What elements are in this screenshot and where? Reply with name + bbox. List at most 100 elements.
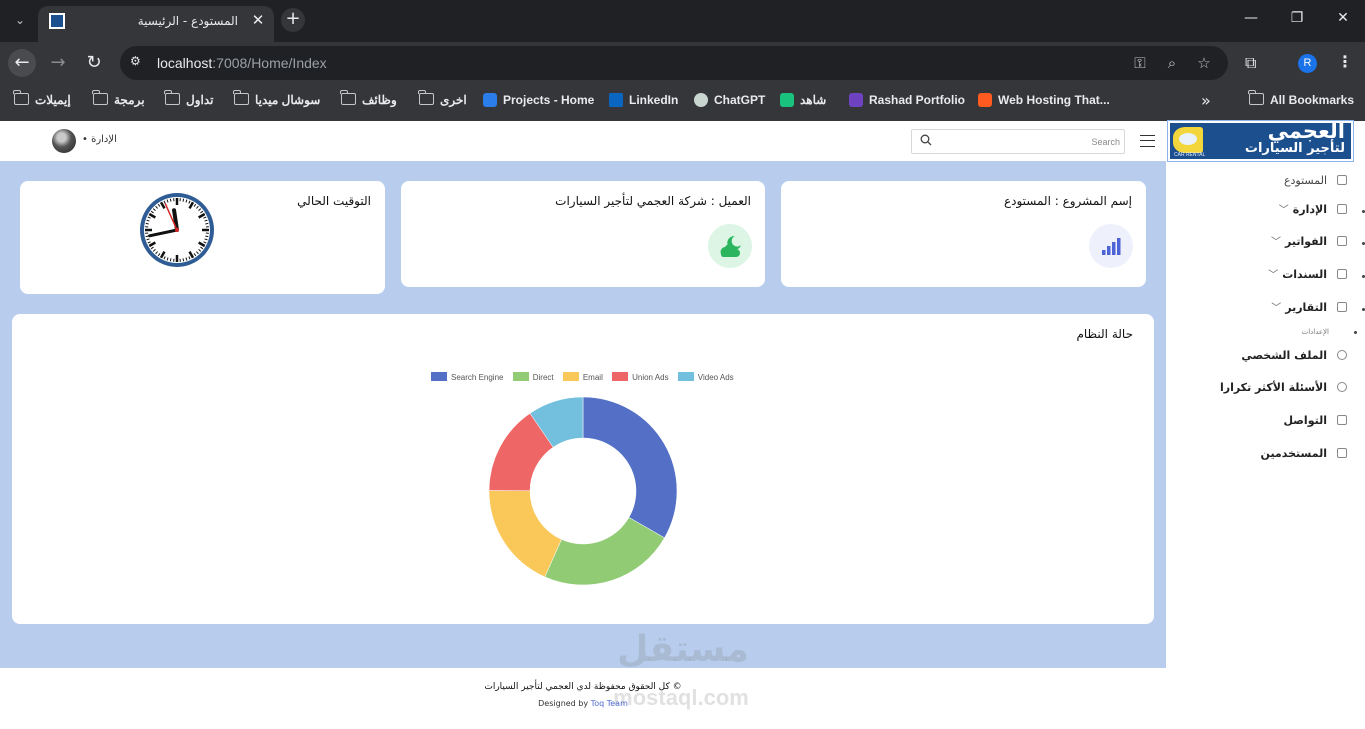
company-logo[interactable]: CAR RENTAL العجمي لتأجير السيارات (1167, 120, 1354, 162)
mostaql-watermark-url: mostaql.com (613, 685, 749, 710)
copyright-text: © كل الحقوق محفوظة لدي العجمي لتأجير الس… (484, 682, 682, 692)
bookmark-folder[interactable]: اخرى (418, 90, 467, 111)
logo-tagline: CAR RENTAL (1174, 152, 1206, 158)
donut-slice-direct[interactable] (544, 517, 665, 586)
logo-title: العجمي (1267, 121, 1345, 143)
tab-search-chevron-icon[interactable]: ⌄ (10, 10, 30, 30)
back-button[interactable]: ← (8, 49, 36, 77)
sidebar-toggle-icon[interactable] (1140, 135, 1155, 147)
user-icon (1337, 350, 1347, 360)
bookmark-linkedin[interactable]: LinkedIn (609, 93, 678, 111)
bookmark-folder[interactable]: تداول (164, 90, 214, 111)
main-content: الإدارة • إسم المشروع : المستودع (0, 121, 1166, 729)
browser-menu-icon[interactable]: ⋮ (1337, 52, 1353, 71)
donut-slice-email[interactable] (488, 490, 562, 578)
status-title: حالة النظام (1076, 327, 1133, 341)
admin-icon (1337, 204, 1347, 214)
sidebar-item-reports[interactable]: التقارير﹀ (1271, 299, 1347, 319)
close-window-icon[interactable]: ✕ (1333, 10, 1353, 26)
chevron-down-icon: ﹀ (1271, 303, 1282, 314)
more-bookmarks-icon[interactable]: » (1201, 91, 1211, 110)
donut-chart (488, 396, 678, 586)
restore-window-icon[interactable]: ❐ (1287, 10, 1307, 26)
hosting-icon (978, 93, 992, 107)
client-card: العميل : شركة العجمي لتأجير السيارات (401, 181, 765, 287)
sidebar: CAR RENTAL العجمي لتأجير السيارات المستو… (1166, 120, 1365, 729)
sidebar-item-vouchers[interactable]: السندات﹀ (1268, 266, 1347, 286)
legend-item[interactable]: Video Ads (677, 372, 734, 382)
sidebar-item-invoices[interactable]: الفواتير﹀ (1271, 233, 1347, 253)
sidebar-item-profile[interactable]: الملف الشخصي (1241, 349, 1347, 369)
bookmark-hosting[interactable]: Web Hosting That... (978, 93, 1110, 111)
designer-credit: Designed by Toq Team (538, 699, 628, 708)
folder-icon (13, 90, 29, 105)
legend-item[interactable]: Email (562, 372, 603, 382)
active-tab[interactable]: المستودع - الرئيسية ✕ (38, 6, 274, 42)
legend-swatch (512, 372, 529, 381)
forward-button[interactable]: → (46, 51, 70, 75)
footer: © كل الحقوق محفوظة لدي العجمي لتأجير الس… (0, 668, 1166, 729)
bookmarks-bar: إيميلات برمجة تداول سوشال ميديا وظائف اخ… (0, 84, 1365, 121)
tab-strip: ⌄ المستودع - الرئيسية ✕ + — ❐ ✕ (0, 0, 1365, 42)
users-list-icon (1337, 448, 1347, 458)
folder-icon (418, 90, 434, 105)
project-icon-circle (1089, 224, 1133, 268)
folder-icon (1248, 90, 1264, 105)
profile-avatar[interactable]: R (1298, 54, 1317, 73)
chatgpt-icon (694, 93, 708, 107)
all-bookmarks[interactable]: All Bookmarks (1248, 90, 1354, 111)
user-avatar[interactable] (52, 129, 76, 153)
reload-button[interactable]: ↻ (82, 51, 106, 75)
site-info-icon[interactable]: ⚙ (130, 54, 146, 70)
settings-section-heading: الإعدادات (1301, 328, 1329, 336)
donut-slice-search-engine[interactable] (582, 396, 678, 539)
bookmark-projects[interactable]: Projects - Home (483, 93, 594, 111)
time-card: التوقيت الحالي (20, 181, 385, 294)
sidebar-item-admin[interactable]: الإدارة﹀ (1279, 201, 1347, 221)
legend-item[interactable]: Union Ads (612, 372, 669, 382)
bookmark-shahid[interactable]: شاهد (780, 93, 826, 111)
site-favicon-icon (49, 13, 65, 29)
legend-swatch (677, 372, 694, 381)
legend-swatch (431, 372, 447, 381)
chevron-down-icon: ﹀ (1278, 205, 1289, 216)
signal-bars-icon (1102, 238, 1121, 255)
folder-icon (233, 90, 249, 105)
legend-item[interactable]: Direct (512, 372, 554, 382)
analog-clock-icon (140, 193, 214, 267)
minimize-window-icon[interactable]: — (1241, 10, 1261, 26)
sidebar-item-contact[interactable]: التواصل (1283, 414, 1347, 434)
search-input[interactable] (942, 132, 1120, 151)
password-key-icon[interactable]: ⚿ (1131, 54, 1149, 72)
grid-icon (1337, 175, 1347, 185)
sidebar-item-faq[interactable]: الأسئلة الأكثر تكرارا (1220, 381, 1347, 401)
bookmark-folder[interactable]: وظائف (340, 90, 397, 111)
url-text[interactable]: localhost:7008/Home/Index (157, 55, 327, 71)
address-bar[interactable]: ⚙ localhost:7008/Home/Index ⚿ ⌕ ☆ (120, 46, 1228, 80)
user-menu[interactable]: الإدارة • (82, 134, 117, 145)
bookmark-folder[interactable]: إيميلات (13, 90, 71, 111)
new-tab-button[interactable]: + (281, 8, 305, 32)
project-card: إسم المشروع : المستودع (781, 181, 1146, 287)
zoom-icon[interactable]: ⌕ (1163, 54, 1181, 72)
folder-icon (340, 90, 356, 105)
bullet (1354, 331, 1357, 334)
legend-swatch (612, 372, 629, 381)
shahid-icon (780, 93, 794, 107)
chart-legend: Search Engine Direct Email Union Ads Vid… (431, 372, 741, 384)
bookmark-chatgpt[interactable]: ChatGPT (694, 93, 765, 111)
app-root: الإدارة • إسم المشروع : المستودع (0, 120, 1365, 729)
cloud-moon-icon (720, 235, 741, 257)
folder-icon (92, 90, 108, 105)
logo-subtitle: لتأجير السيارات (1244, 141, 1345, 156)
bookmark-star-icon[interactable]: ☆ (1195, 54, 1213, 72)
search-icon[interactable] (920, 134, 932, 146)
tab-close-icon[interactable]: ✕ (250, 11, 266, 29)
sidebar-item-warehouse[interactable]: المستودع (1284, 174, 1347, 194)
extensions-puzzle-icon[interactable]: ⧉ (1245, 53, 1256, 73)
sidebar-item-users[interactable]: المستخدمين (1261, 447, 1347, 467)
bookmark-folder[interactable]: برمجة (92, 90, 145, 111)
bookmark-folder[interactable]: سوشال ميديا (233, 90, 320, 111)
bookmark-portfolio[interactable]: Rashad Portfolio (849, 93, 965, 111)
legend-item[interactable]: Search Engine (431, 372, 503, 382)
